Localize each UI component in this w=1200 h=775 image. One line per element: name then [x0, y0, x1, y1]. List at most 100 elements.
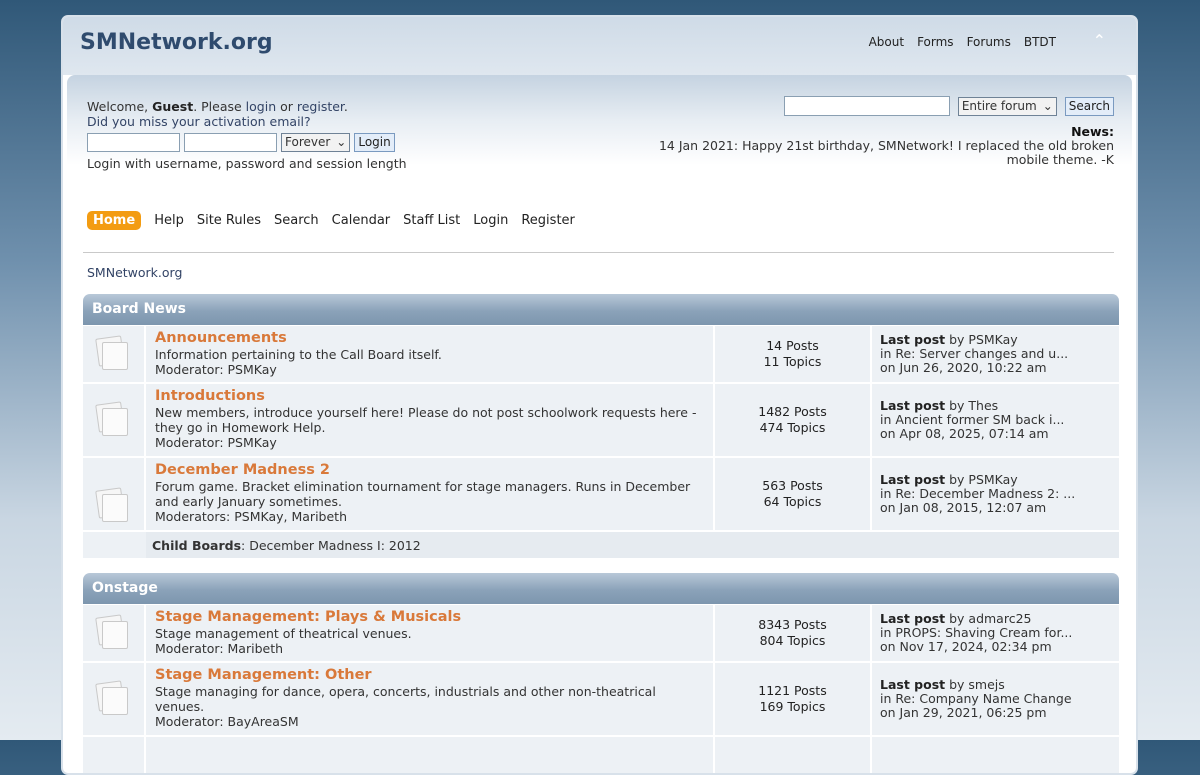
last-post-author[interactable]: by Thes — [945, 398, 998, 413]
menu-home[interactable]: Home — [87, 211, 142, 230]
category-header[interactable]: Board News — [83, 294, 1119, 325]
board-topics: 474 Topics — [759, 420, 826, 435]
news-label: News: — [1071, 124, 1114, 139]
board-name[interactable]: Stage Management: Plays & Musicals — [155, 609, 704, 626]
last-post-author[interactable]: by PSMKay — [945, 332, 1018, 347]
menu-calendar[interactable]: Calendar — [332, 213, 390, 228]
chevron-down-icon: ⌄ — [336, 135, 347, 149]
forum-frame: SMNetwork.org About Forms Forums BTDT ⌃ … — [61, 15, 1138, 775]
last-post-date: on Nov 17, 2024, 02:34 pm — [880, 639, 1052, 654]
news-text: 14 Jan 2021: Happy 21st birthday, SMNetw… — [658, 138, 1114, 167]
login-button[interactable]: Login — [354, 133, 395, 152]
board-moderators: Moderator: PSMKay — [155, 362, 277, 377]
top-bar: SMNetwork.org About Forms Forums BTDT ⌃ — [63, 17, 1136, 75]
board-row: Announcements Information pertaining to … — [83, 326, 1119, 382]
category-header[interactable]: Onstage — [83, 573, 1119, 604]
board-name[interactable]: December Madness 2 — [155, 462, 704, 479]
board-topics: 804 Topics — [759, 633, 826, 648]
board-topics: 11 Topics — [763, 354, 822, 369]
last-post-date: on Jun 26, 2020, 10:22 am — [880, 360, 1047, 375]
last-post: Last post by Thes in Ancient former SM b… — [872, 384, 1119, 456]
register-link[interactable]: register — [297, 99, 344, 114]
menu-register[interactable]: Register — [521, 213, 575, 228]
breadcrumb[interactable]: SMNetwork.org — [87, 265, 182, 280]
board-icon — [95, 680, 128, 715]
board-posts: 1482 Posts — [758, 404, 827, 419]
last-post-author[interactable]: by smejs — [945, 677, 1005, 692]
site-title[interactable]: SMNetwork.org — [80, 30, 273, 55]
board-row: Stage Management: Plays & Musicals Stage… — [83, 605, 1119, 661]
board-posts: 1121 Posts — [758, 683, 827, 698]
last-post-topic[interactable]: in Re: December Madness 2: ... — [880, 487, 1111, 501]
board-icon — [95, 614, 128, 649]
top-nav: About Forms Forums BTDT — [869, 35, 1056, 49]
top-nav-forums[interactable]: Forums — [967, 35, 1011, 49]
login-note: Login with username, password and sessio… — [87, 156, 407, 171]
board-posts: 14 Posts — [766, 338, 819, 353]
menu-site-rules[interactable]: Site Rules — [197, 213, 261, 228]
search-button[interactable]: Search — [1064, 96, 1114, 116]
last-post-topic[interactable]: in Re: Server changes and u... — [880, 347, 1111, 361]
last-post-date: on Jan 29, 2021, 06:25 pm — [880, 705, 1047, 720]
board-moderators: Moderator: Maribeth — [155, 641, 284, 656]
search-scope-select[interactable]: Entire forum ⌄ — [957, 96, 1057, 116]
news-box: News: 14 Jan 2021: Happy 21st birthday, … — [614, 125, 1114, 167]
board-name[interactable]: Announcements — [155, 330, 704, 347]
password-input[interactable] — [184, 133, 277, 152]
board-description: New members, introduce yourself here! Pl… — [155, 405, 697, 435]
main-menu: Home Help Site Rules Search Calendar Sta… — [87, 211, 575, 230]
user-header: Welcome, Guest. Please login or register… — [67, 75, 1132, 205]
username-input[interactable] — [87, 133, 180, 152]
board-moderators: Moderators: PSMKay, Maribeth — [155, 509, 347, 524]
login-form: Forever ⌄ Login — [87, 133, 407, 152]
menu-help[interactable]: Help — [154, 213, 184, 228]
board-row — [83, 737, 1119, 773]
search-area: Entire forum ⌄ Search — [783, 96, 1114, 116]
last-post-topic[interactable]: in PROPS: Shaving Cream for... — [880, 626, 1111, 640]
search-input[interactable] — [783, 96, 950, 116]
board-row: December Madness 2 Forum game. Bracket e… — [83, 458, 1119, 530]
board-moderators: Moderator: PSMKay — [155, 435, 277, 450]
board-posts: 8343 Posts — [758, 617, 827, 632]
collapse-icon[interactable]: ⌃ — [1093, 31, 1106, 50]
top-nav-about[interactable]: About — [869, 35, 904, 49]
board-icon — [95, 401, 128, 436]
menu-login[interactable]: Login — [473, 213, 508, 228]
last-post-author[interactable]: by PSMKay — [945, 472, 1018, 487]
child-board-link[interactable]: : December Madness I: 2012 — [241, 538, 421, 553]
welcome-text: Welcome, Guest. Please login or register… — [87, 99, 348, 114]
menu-staff-list[interactable]: Staff List — [403, 213, 460, 228]
last-post-topic[interactable]: in Re: Company Name Change — [880, 692, 1111, 706]
board-description: Forum game. Bracket elimination tourname… — [155, 479, 691, 509]
board-topics: 64 Topics — [763, 494, 822, 509]
activation-link[interactable]: Did you miss your activation email? — [87, 114, 311, 129]
user-area: Welcome, Guest. Please login or register… — [87, 99, 407, 171]
board-icon — [95, 487, 128, 522]
board-description: Stage managing for dance, opera, concert… — [155, 684, 656, 714]
last-post-topic[interactable]: in Ancient former SM back i... — [880, 413, 1111, 427]
board-topics: 169 Topics — [759, 699, 826, 714]
last-post-date: on Apr 08, 2025, 07:14 am — [880, 426, 1049, 441]
last-post-author[interactable]: by admarc25 — [945, 611, 1031, 626]
session-length-select[interactable]: Forever ⌄ — [281, 133, 351, 152]
top-nav-forms[interactable]: Forms — [917, 35, 953, 49]
child-boards: Child Boards: December Madness I: 2012 — [146, 532, 1119, 558]
board-description: Stage management of theatrical venues. — [155, 626, 412, 641]
board-row: Introductions New members, introduce you… — [83, 384, 1119, 456]
last-post: Last post by admarc25 in PROPS: Shaving … — [872, 605, 1119, 661]
board-icon — [95, 335, 128, 370]
board-description: Information pertaining to the Call Board… — [155, 347, 442, 362]
board-row: Stage Management: Other Stage managing f… — [83, 663, 1119, 735]
last-post: Last post by PSMKay in Re: Server change… — [872, 326, 1119, 382]
top-nav-btdt[interactable]: BTDT — [1024, 35, 1056, 49]
board-posts: 563 Posts — [762, 478, 823, 493]
board-name[interactable]: Stage Management: Other — [155, 667, 704, 684]
board-name[interactable]: Introductions — [155, 388, 704, 405]
board-moderators: Moderator: BayAreaSM — [155, 714, 299, 729]
menu-search[interactable]: Search — [274, 213, 319, 228]
login-link[interactable]: login — [246, 99, 276, 114]
chevron-down-icon: ⌄ — [1042, 99, 1053, 113]
last-post: Last post by smejs in Re: Company Name C… — [872, 663, 1119, 735]
last-post-date: on Jan 08, 2015, 12:07 am — [880, 500, 1047, 515]
last-post: Last post by PSMKay in Re: December Madn… — [872, 458, 1119, 530]
